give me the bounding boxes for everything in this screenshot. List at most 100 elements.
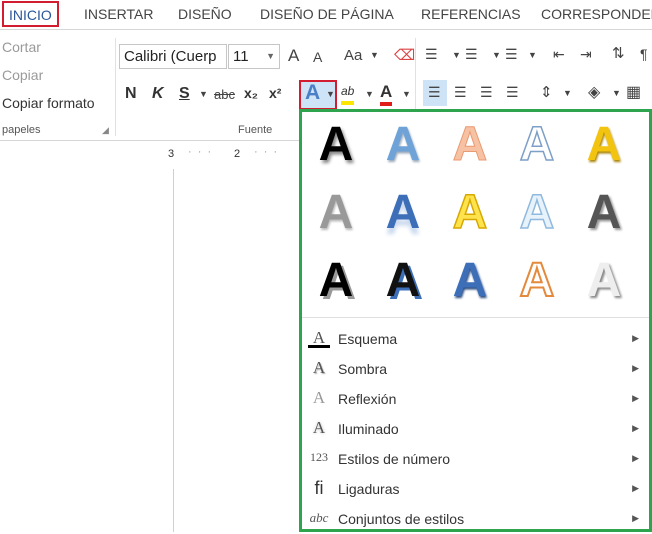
ligatures-icon: fi: [314, 478, 324, 498]
effect-blue-bevel[interactable]: A: [437, 248, 503, 314]
submenu-arrow-icon: ▶: [632, 453, 639, 463]
copy-button[interactable]: Copiar: [2, 67, 43, 83]
group-separator: [115, 38, 116, 136]
submenu-arrow-icon: ▶: [632, 423, 639, 433]
effect-black-outline-shadow[interactable]: A: [303, 248, 369, 314]
menu-item-label: Ligaduras: [338, 481, 400, 497]
chevron-down-icon: ▼: [528, 50, 537, 60]
grow-font-button[interactable]: A: [288, 46, 299, 66]
subscript-button[interactable]: x₂: [244, 85, 258, 101]
align-right-icon[interactable]: ☰: [480, 84, 493, 101]
font-color-button[interactable]: A: [380, 82, 393, 106]
effect-dark-grey[interactable]: A: [571, 180, 637, 246]
format-painter-button[interactable]: Copiar formato: [2, 95, 95, 111]
font-size-select[interactable]: 11 ▼: [228, 44, 280, 69]
underline-button[interactable]: S: [179, 85, 190, 103]
menu-item-esquema[interactable]: A Esquema ▶: [302, 324, 649, 354]
menu-item-label: Reflexión: [338, 391, 397, 407]
text-effects-button[interactable]: A: [305, 81, 320, 105]
effect-orange-light[interactable]: A: [437, 112, 503, 178]
tab-diseno-pagina[interactable]: DISEÑO DE PÁGINA: [260, 6, 394, 22]
align-left-icon[interactable]: ☰: [428, 84, 441, 101]
submenu-arrow-icon: ▶: [632, 363, 639, 373]
tab-correspondencia[interactable]: CORRESPONDEN: [541, 6, 652, 22]
effect-gold-gradient[interactable]: A: [571, 112, 637, 178]
submenu-arrow-icon: ▶: [632, 333, 639, 343]
ruler-dots: · · ·: [188, 146, 212, 158]
effect-ice-blue[interactable]: A: [504, 180, 570, 246]
numbering-icon[interactable]: ☰: [465, 46, 478, 63]
chevron-down-icon: ▼: [612, 88, 621, 98]
highlight-color-button[interactable]: ab: [341, 84, 355, 105]
submenu-arrow-icon: ▶: [632, 513, 639, 523]
chevron-down-icon: ▼: [492, 50, 501, 60]
horizontal-ruler: 3 2 · · · · · ·: [0, 141, 300, 169]
align-center-icon[interactable]: ☰: [454, 84, 467, 101]
ribbon-tabs: INICIO INSERTAR DISEÑO DISEÑO DE PÁGINA …: [0, 0, 652, 29]
reflection-icon: A: [312, 388, 326, 407]
decrease-indent-icon[interactable]: ⇤: [553, 46, 565, 63]
stylistic-sets-icon: abc: [309, 510, 329, 525]
ruler-tick: 2: [234, 148, 241, 160]
chevron-down-icon: ▼: [402, 89, 411, 99]
font-name-select[interactable]: Calibri (Cuerp: [119, 44, 227, 69]
change-case-button[interactable]: Aa: [344, 47, 362, 64]
effect-blue-outline[interactable]: A: [504, 112, 570, 178]
tab-insertar[interactable]: INSERTAR: [84, 6, 154, 22]
borders-icon[interactable]: ▦: [626, 82, 641, 102]
shading-icon[interactable]: ◈: [588, 82, 600, 102]
outline-icon: A: [308, 328, 330, 348]
strikethrough-button[interactable]: abc: [214, 87, 235, 102]
clipboard-group-label: papeles: [2, 124, 41, 136]
menu-item-label: Conjuntos de estilos: [338, 511, 465, 527]
menu-item-iluminado[interactable]: A Iluminado ▶: [302, 414, 649, 444]
chevron-down-icon: ▼: [370, 50, 379, 60]
chevron-down-icon: ▼: [563, 88, 572, 98]
effect-black-shadow[interactable]: A: [303, 112, 369, 178]
effect-yellow-outline[interactable]: A: [437, 180, 503, 246]
number-styles-icon: 123: [310, 450, 328, 464]
justify-icon[interactable]: ☰: [506, 84, 519, 101]
ruler-dots: · · ·: [254, 146, 278, 158]
page-edge: [173, 169, 174, 532]
font-name-value: Calibri (Cuerp: [124, 48, 217, 65]
effect-orange-outline[interactable]: A: [504, 248, 570, 314]
tab-referencias[interactable]: REFERENCIAS: [421, 6, 521, 22]
bold-button[interactable]: N: [125, 85, 137, 103]
effect-blue-gradient[interactable]: A: [370, 112, 436, 178]
effect-silver[interactable]: A: [571, 248, 637, 314]
chevron-down-icon: ▼: [365, 89, 374, 99]
ruler-tick: 3: [168, 148, 175, 160]
text-effects-dropdown: A A A A A A A A A A A A A A A A Esquema …: [299, 109, 652, 532]
menu-item-reflexion[interactable]: A Reflexión ▶: [302, 384, 649, 414]
line-spacing-icon[interactable]: ⇕: [540, 83, 553, 101]
tab-diseno[interactable]: DISEÑO: [178, 6, 232, 22]
menu-item-ligaduras[interactable]: fi Ligaduras ▶: [302, 474, 649, 504]
font-group-label: Fuente: [238, 124, 273, 136]
superscript-button[interactable]: x²: [269, 85, 281, 101]
chevron-down-icon: ▼: [326, 89, 335, 99]
document-area[interactable]: [0, 169, 300, 532]
chevron-down-icon: ▼: [266, 51, 275, 61]
bullets-icon[interactable]: ☰: [425, 46, 438, 63]
effect-blue-reflection[interactable]: A: [370, 180, 436, 246]
dialog-launcher-icon[interactable]: ◢: [102, 125, 109, 136]
increase-indent-icon[interactable]: ⇥: [580, 46, 592, 63]
menu-item-conjuntos-estilos[interactable]: abc Conjuntos de estilos ▶: [302, 504, 649, 534]
show-marks-icon[interactable]: ¶: [640, 46, 648, 62]
text-effects-gallery: A A A A A A A A A A A A A A A: [302, 112, 649, 318]
glow-icon: A: [312, 418, 326, 437]
tab-inicio[interactable]: INICIO: [2, 1, 59, 27]
sort-icon[interactable]: ⇅: [612, 44, 625, 62]
cut-button[interactable]: Cortar: [2, 39, 41, 55]
effect-grey-shadow[interactable]: A: [303, 180, 369, 246]
clear-formatting-icon[interactable]: ⌫: [394, 46, 415, 64]
effect-black-blue-shadow[interactable]: A: [370, 248, 436, 314]
submenu-arrow-icon: ▶: [632, 483, 639, 493]
menu-item-sombra[interactable]: A Sombra ▶: [302, 354, 649, 384]
italic-button[interactable]: K: [152, 85, 164, 103]
menu-item-estilos-numero[interactable]: 123 Estilos de número ▶: [302, 444, 649, 474]
menu-item-label: Iluminado: [338, 421, 399, 437]
shrink-font-button[interactable]: A: [313, 49, 322, 65]
multilevel-list-icon[interactable]: ☰: [505, 46, 518, 63]
